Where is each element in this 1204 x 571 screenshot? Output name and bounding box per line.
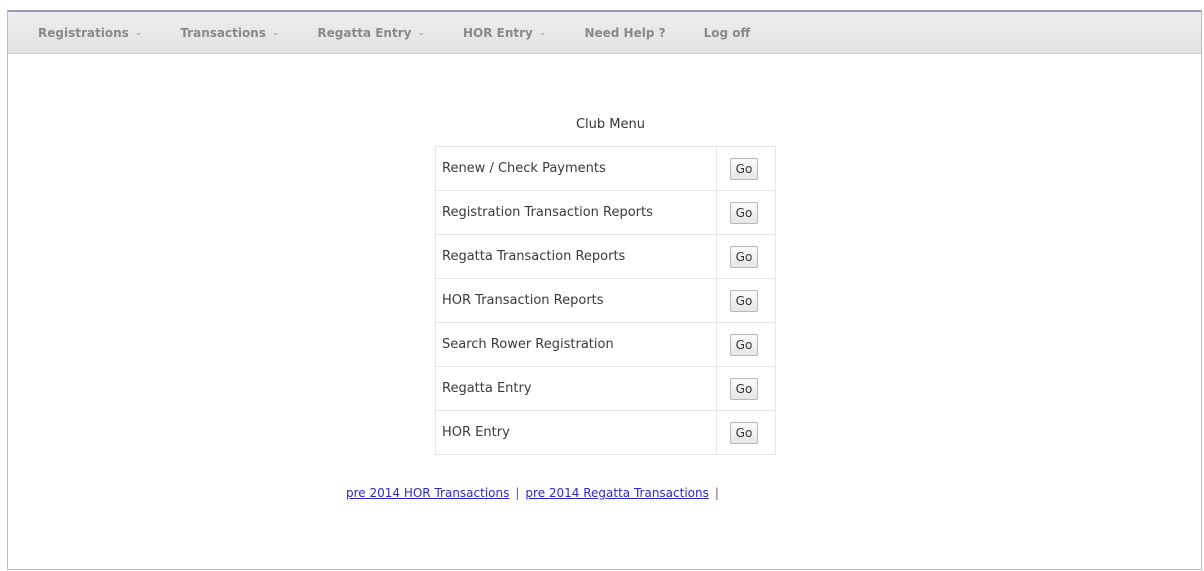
regatta-entry-go-button[interactable]: Go <box>730 377 758 400</box>
table-row: HOR Entry Go <box>435 410 776 455</box>
menu-item-label: HOR Entry <box>435 410 717 455</box>
nav-log-off[interactable]: Log off <box>704 26 751 40</box>
legacy-links: pre 2014 HOR Transactions | pre 2014 Regat… <box>346 486 725 500</box>
nav-regatta-entry-label: Regatta Entry <box>317 25 412 40</box>
registration-transaction-reports-go-button[interactable]: Go <box>730 201 758 224</box>
link-separator: | <box>515 486 520 500</box>
pre-2014-regatta-transactions-link[interactable]: pre 2014 Regatta Transactions <box>525 486 708 500</box>
menu-item-label: Registration Transaction Reports <box>435 190 717 235</box>
menu-item-label: Search Rower Registration <box>435 322 717 367</box>
hor-transaction-reports-go-button[interactable]: Go <box>730 289 758 312</box>
table-row: Regatta Entry Go <box>435 366 776 411</box>
pre-2014-hor-transactions-link[interactable]: pre 2014 HOR Transactions <box>346 486 509 500</box>
regatta-transaction-reports-go-button[interactable]: Go <box>730 245 758 268</box>
renew-check-payments-go-button[interactable]: Go <box>730 157 758 180</box>
nav-need-help[interactable]: Need Help ? <box>584 26 665 40</box>
chevron-down-icon: ⌄ <box>271 27 280 38</box>
top-navbar: Registrations ⌄ Transactions ⌄ Regatta E… <box>8 12 1201 54</box>
menu-item-label: HOR Transaction Reports <box>435 278 717 323</box>
nav-log-off-label: Log off <box>703 25 751 40</box>
nav-registrations-label: Registrations <box>38 25 129 40</box>
page-frame: Registrations ⌄ Transactions ⌄ Regatta E… <box>7 10 1202 570</box>
search-rower-registration-go-button[interactable]: Go <box>730 333 758 356</box>
table-row: Registration Transaction Reports Go <box>435 190 776 235</box>
nav-transactions[interactable]: Transactions ⌄ <box>180 26 279 40</box>
menu-item-label: Renew / Check Payments <box>435 146 717 191</box>
table-row: Regatta Transaction Reports Go <box>435 234 776 279</box>
table-row: HOR Transaction Reports Go <box>435 278 776 323</box>
chevron-down-icon: ⌄ <box>538 27 547 38</box>
chevron-down-icon: ⌄ <box>134 27 143 38</box>
chevron-down-icon: ⌄ <box>417 27 425 38</box>
club-menu-table: Renew / Check Payments Go Registration T… <box>435 146 776 455</box>
menu-item-label: Regatta Entry <box>435 366 717 411</box>
table-row: Renew / Check Payments Go <box>435 146 776 191</box>
hor-entry-go-button[interactable]: Go <box>730 421 758 444</box>
nav-registrations[interactable]: Registrations ⌄ <box>38 26 142 40</box>
link-separator: | <box>714 486 719 500</box>
menu-item-label: Regatta Transaction Reports <box>435 234 717 279</box>
nav-need-help-label: Need Help ? <box>584 25 666 40</box>
nav-transactions-label: Transactions <box>180 25 266 40</box>
page-title: Club Menu <box>575 117 645 132</box>
nav-regatta-entry[interactable]: Regatta Entry ⌄ <box>317 26 425 40</box>
main-content: Club Menu Renew / Check Payments Go Regi… <box>8 55 1201 569</box>
table-row: Search Rower Registration Go <box>435 322 776 367</box>
nav-hor-entry-label: HOR Entry <box>463 25 533 40</box>
nav-hor-entry[interactable]: HOR Entry ⌄ <box>463 26 546 40</box>
